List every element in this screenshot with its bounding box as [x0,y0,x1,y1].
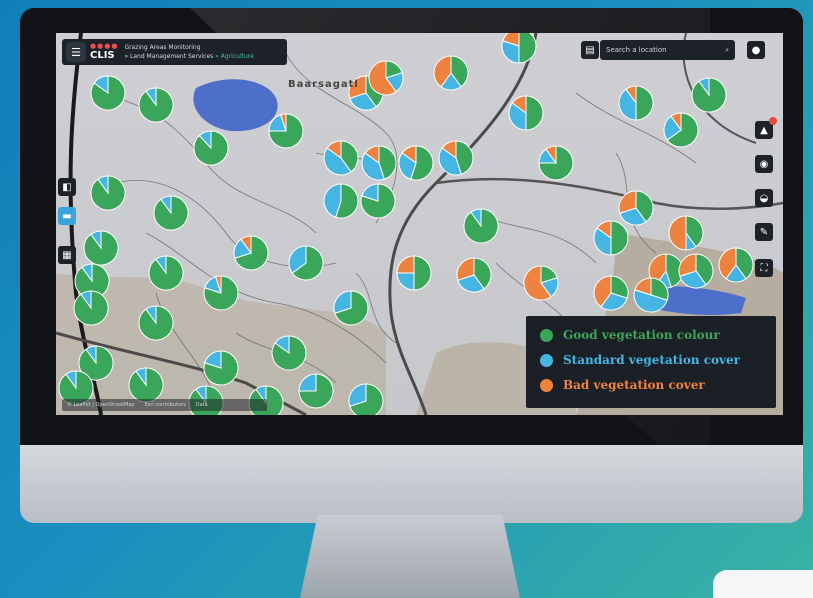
menu-icon[interactable]: ☰ [66,42,86,62]
app-header: ☰ ●●●● CLIS Grazing Areas Monitoring » L… [62,39,287,65]
search-placeholder: Search a location [606,46,667,54]
layers-icon[interactable]: ◧ [58,178,76,196]
pie-slice [518,33,537,64]
legend-label-bad: Bad vegetation cover [563,378,705,392]
document-icon[interactable]: ▤ [581,41,599,59]
app-logo: ●●●● CLIS [90,42,119,62]
map-attribution: © Leaflet | OpenStreetMap Esri contribut… [62,399,267,411]
attribution-item: Data [195,402,208,408]
fullscreen-icon[interactable]: ⛶ [755,259,773,277]
folder-icon[interactable]: ▬ [58,207,76,225]
legend-label-good: Good vegetation colour [563,328,720,342]
logo-text: CLIS [90,50,115,61]
pencil-icon[interactable]: ✎ [755,223,773,241]
notification-badge [769,117,777,125]
search-input[interactable]: Search a location ⌕ [600,40,735,60]
pie-slice [298,373,317,392]
pie-slice [396,255,415,274]
map-legend: Good vegetation colour Standard vegetati… [526,316,776,408]
logo-dots: ●●●● [90,42,119,50]
header-title: Grazing Areas Monitoring [124,44,201,51]
attribution-item: Esri contributors [144,402,186,408]
pie-slice [668,215,687,251]
header-text: Grazing Areas Monitoring » Land Manageme… [124,43,253,61]
user-icon[interactable]: ● [747,41,765,59]
attribution-item: © Leaflet | OpenStreetMap [67,402,135,408]
pie-slice [396,272,415,291]
stack-icon[interactable]: ◉ [755,155,773,173]
legend-swatch-good [540,328,553,342]
pie-slice [413,255,432,291]
notification-icon[interactable]: ▲ [755,117,777,139]
pie-slice [635,85,654,121]
legend-swatch-bad [540,378,553,392]
legend-item-standard: Standard vegetation cover [540,353,740,367]
page-corner [713,570,813,598]
header-breadcrumb: » Land Management Services » Agriculture [124,53,254,60]
legend-item-good: Good vegetation colour [540,328,720,342]
inbox-icon[interactable]: ◒ [755,189,773,207]
legend-swatch-standard [540,353,553,367]
grid-icon[interactable]: ▦ [58,246,76,264]
monitor-chin [20,445,803,523]
search-icon[interactable]: ⌕ [725,46,729,55]
pie-slice [525,95,544,131]
legend-label-standard: Standard vegetation cover [563,353,740,367]
pie-slice [610,220,629,256]
legend-item-bad: Bad vegetation cover [540,378,705,392]
monitor-stand [300,515,520,598]
place-label: Baarsagatl [288,79,359,90]
map-screen[interactable]: Baarsagatl ☰ ●●●● CLIS Grazing Areas Mon… [56,33,783,415]
